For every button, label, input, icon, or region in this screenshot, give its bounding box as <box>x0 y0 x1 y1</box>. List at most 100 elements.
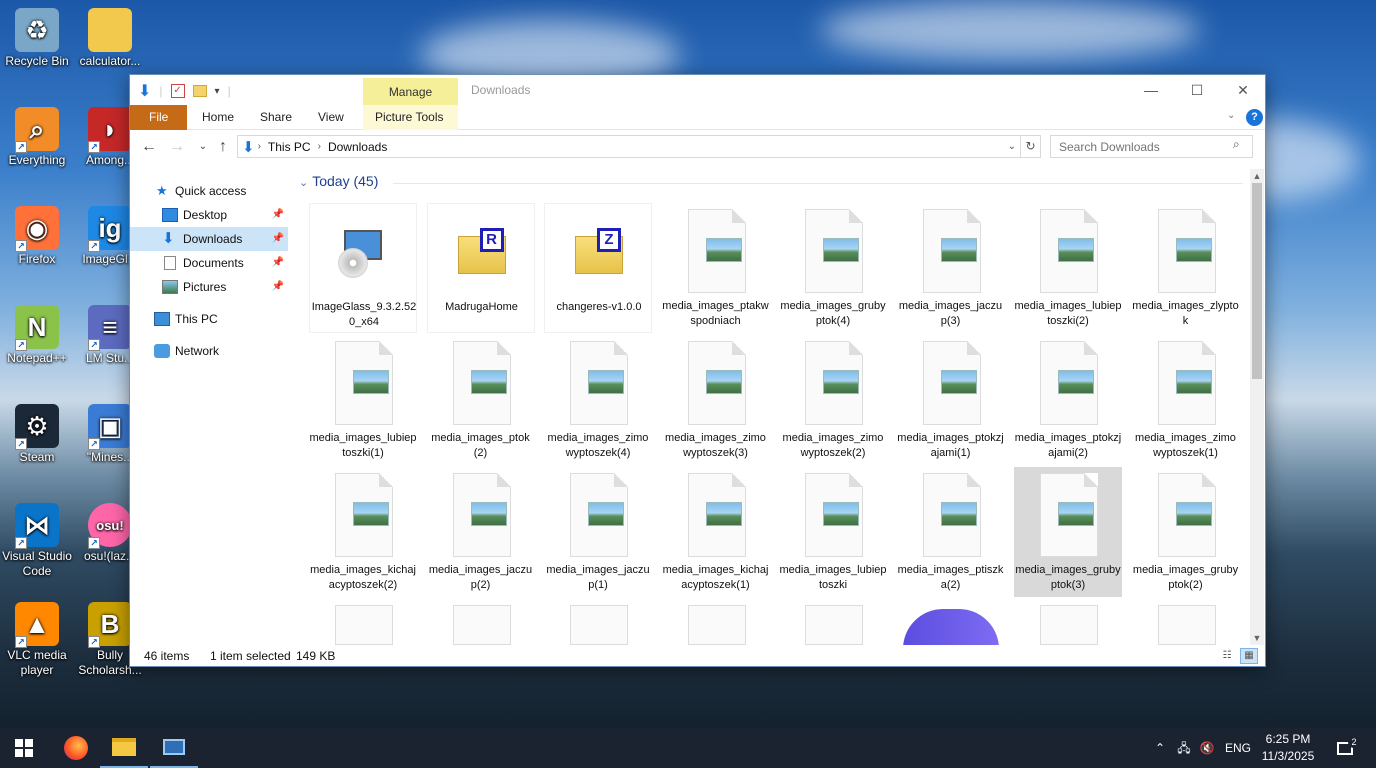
network-status-icon[interactable]: 🖧 <box>1174 728 1194 768</box>
address-dropdown-icon[interactable]: ⌄ <box>1008 141 1016 152</box>
file-item[interactable]: media_images_grubyptok(4) <box>779 203 887 333</box>
file-item[interactable]: media_images_ptok(2) <box>427 335 535 465</box>
breadcrumb-this-pc[interactable]: This PC <box>268 140 311 154</box>
file-item[interactable]: media_images_zimowyptoszek(1) <box>1132 335 1240 465</box>
file-item[interactable]: media_images_zimowyptoszek(2) <box>779 335 887 465</box>
taskbar-file-explorer[interactable] <box>100 728 148 768</box>
file-item[interactable]: media_images_jaczup(1) <box>544 467 652 597</box>
document-page-icon <box>1157 341 1216 425</box>
desktop-shortcut[interactable]: N ↗ Notepad++ <box>0 305 76 366</box>
file-item-partial[interactable] <box>662 599 770 645</box>
tab-picture-tools[interactable]: Picture Tools <box>363 105 458 130</box>
file-item[interactable]: media_images_lubieptoszki(2) <box>1014 203 1122 333</box>
tab-home[interactable]: Home <box>190 105 246 130</box>
taskbar-firefox[interactable] <box>52 728 100 768</box>
file-item[interactable]: media_images_ptokzjajami(1) <box>897 335 1005 465</box>
file-item[interactable]: media_images_jaczup(3) <box>897 203 1005 333</box>
document-page-icon <box>1040 605 1098 645</box>
navigation-pane: ★ Quick access Desktop 📌 ⬇ Downloads 📌 D… <box>130 173 290 643</box>
document-page-icon <box>922 341 981 425</box>
file-item[interactable]: media_images_lubieptoszki <box>779 467 887 597</box>
file-item[interactable]: media_images_kichajacyptoszek(2) <box>309 467 417 597</box>
properties-checkbox-icon[interactable]: ✓ <box>170 84 185 98</box>
details-view-icon[interactable]: ☷ <box>1218 648 1236 664</box>
desktop-shortcut[interactable]: ▲ ↗ VLC media player <box>0 602 76 678</box>
file-name: media_images_jaczup(3) <box>898 300 1003 327</box>
volume-muted-icon[interactable]: 🔇 <box>1197 728 1217 768</box>
desktop-shortcut[interactable]: ◉ ↗ Firefox <box>0 206 76 267</box>
address-bar[interactable]: ⬇ › This PC › Downloads ⌄ <box>237 135 1021 158</box>
pin-icon[interactable]: 📌 <box>272 227 284 251</box>
large-icons-view-icon[interactable]: ▦ <box>1240 648 1258 664</box>
file-item[interactable]: media_images_lubieptoszki(1) <box>309 335 417 465</box>
file-item[interactable]: media_images_zlyptok <box>1132 203 1240 333</box>
nav-quick-access[interactable]: ★ Quick access <box>130 179 288 203</box>
taskbar-app-window[interactable] <box>150 728 198 768</box>
nav-documents[interactable]: Documents 📌 <box>130 251 288 275</box>
close-button[interactable]: ✕ <box>1220 75 1266 105</box>
back-arrow-icon[interactable]: ← <box>138 136 160 158</box>
file-item-partial[interactable] <box>427 599 535 645</box>
group-title: Today (45) <box>312 173 379 189</box>
notifications-button[interactable]: 2 <box>1330 728 1360 768</box>
nav-desktop[interactable]: Desktop 📌 <box>130 203 288 227</box>
group-header-today[interactable]: ⌄ Today (45) <box>299 173 378 189</box>
scroll-up-icon[interactable]: ▲ <box>1250 169 1264 183</box>
minimize-button[interactable]: — <box>1128 75 1174 105</box>
file-item[interactable]: ImageGlass_9.3.2.520_x64 <box>309 203 417 333</box>
show-hidden-icons[interactable]: ⌃ <box>1150 728 1170 768</box>
download-arrow-icon[interactable]: ⬇ <box>138 81 151 101</box>
file-item-partial[interactable] <box>897 599 1005 645</box>
start-button[interactable] <box>0 728 48 768</box>
nav-this-pc[interactable]: This PC <box>130 307 288 331</box>
forward-arrow-icon[interactable]: → <box>166 136 188 158</box>
file-item[interactable]: R MadrugaHome <box>426 203 535 333</box>
recent-locations-icon[interactable]: ⌄ <box>192 136 214 158</box>
vertical-scrollbar[interactable]: ▲ ▼ <box>1250 169 1264 645</box>
nav-network[interactable]: Network <box>130 339 288 363</box>
tab-share[interactable]: Share <box>248 105 304 130</box>
file-item[interactable]: media_images_zimowyptoszek(4) <box>544 335 652 465</box>
archive-badge-icon: R <box>479 228 504 252</box>
file-item-partial[interactable] <box>1132 599 1240 645</box>
refresh-icon[interactable]: ↻ <box>1021 135 1041 158</box>
nav-downloads[interactable]: ⬇ Downloads 📌 <box>130 227 288 251</box>
language-indicator[interactable]: ENG <box>1222 728 1254 768</box>
file-item[interactable]: media_images_ptiszka(2) <box>897 467 1005 597</box>
desktop-shortcut[interactable]: ♻ Recycle Bin <box>0 8 76 69</box>
file-item[interactable]: media_images_jaczup(2) <box>427 467 535 597</box>
breadcrumb-downloads[interactable]: Downloads <box>328 140 387 154</box>
maximize-button[interactable]: ☐ <box>1174 75 1220 105</box>
nav-pictures[interactable]: Pictures 📌 <box>130 275 288 299</box>
pin-icon[interactable]: 📌 <box>272 251 284 275</box>
file-item[interactable]: media_images_grubyptok(2) <box>1132 467 1240 597</box>
desktop-shortcut[interactable]: calculator... <box>71 8 149 69</box>
tab-manage[interactable]: Manage <box>363 78 458 106</box>
file-item-partial[interactable] <box>1014 599 1122 645</box>
file-item[interactable]: Zchangeres-v1.0.0 <box>544 203 652 333</box>
file-item[interactable]: media_images_kichajacyptoszek(1) <box>662 467 770 597</box>
pin-icon[interactable]: 📌 <box>272 275 284 299</box>
scroll-down-icon[interactable]: ▼ <box>1250 631 1264 645</box>
desktop-shortcut[interactable]: ⚙ ↗ Steam <box>0 404 76 465</box>
file-item[interactable]: media_images_zimowyptoszek(3) <box>662 335 770 465</box>
search-input[interactable] <box>1050 135 1253 158</box>
file-item[interactable]: media_images_grubyptok(3) <box>1014 467 1122 597</box>
tab-view[interactable]: View <box>306 105 356 130</box>
desktop-shortcut[interactable]: ⋈ ↗ Visual Studio Code <box>0 503 76 579</box>
tab-file[interactable]: File <box>130 105 188 130</box>
file-item-partial[interactable] <box>779 599 887 645</box>
file-item[interactable]: media_images_ptakwspodniach <box>662 203 770 333</box>
desktop-shortcut[interactable]: ⌕ ↗ Everything <box>0 107 76 168</box>
scroll-thumb[interactable] <box>1252 183 1262 379</box>
up-arrow-icon[interactable]: ↑ <box>212 136 234 158</box>
expand-ribbon-icon[interactable]: ⌄ <box>1227 110 1235 121</box>
pin-icon[interactable]: 📌 <box>272 203 284 227</box>
help-icon[interactable]: ? <box>1246 109 1263 126</box>
customize-qat-icon[interactable]: ▾ <box>215 86 220 97</box>
file-item[interactable]: media_images_ptokzjajami(2) <box>1014 335 1122 465</box>
clock[interactable]: 6:25 PM 11/3/2025 <box>1258 731 1318 765</box>
new-folder-icon[interactable] <box>192 85 207 97</box>
file-item-partial[interactable] <box>309 599 417 645</box>
file-item-partial[interactable] <box>544 599 652 645</box>
